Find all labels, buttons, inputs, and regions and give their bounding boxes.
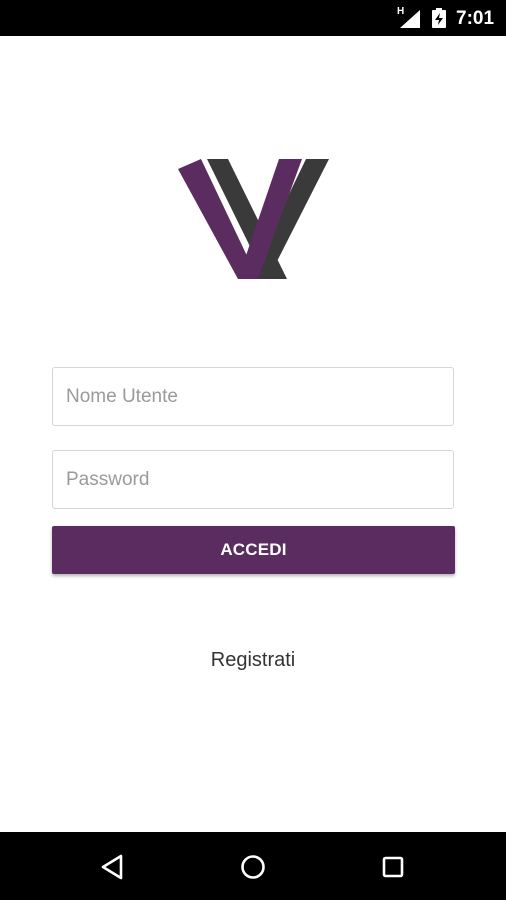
register-link[interactable]: Registrati	[0, 649, 506, 672]
nav-bar	[0, 832, 506, 900]
login-button[interactable]: ACCEDI	[52, 526, 455, 574]
clock: 7:01	[456, 8, 495, 29]
username-field	[52, 367, 454, 426]
username-input[interactable]	[53, 368, 453, 425]
password-field	[52, 450, 454, 509]
password-input[interactable]	[53, 451, 453, 508]
home-icon[interactable]	[238, 852, 268, 882]
recents-icon[interactable]	[378, 852, 408, 882]
back-icon[interactable]	[98, 852, 128, 882]
signal-icon	[400, 10, 420, 28]
battery-charging-icon	[432, 8, 446, 28]
login-button-label: ACCEDI	[220, 540, 287, 559]
logo-icon	[178, 159, 329, 279]
status-bar: H 7:01	[0, 0, 506, 36]
